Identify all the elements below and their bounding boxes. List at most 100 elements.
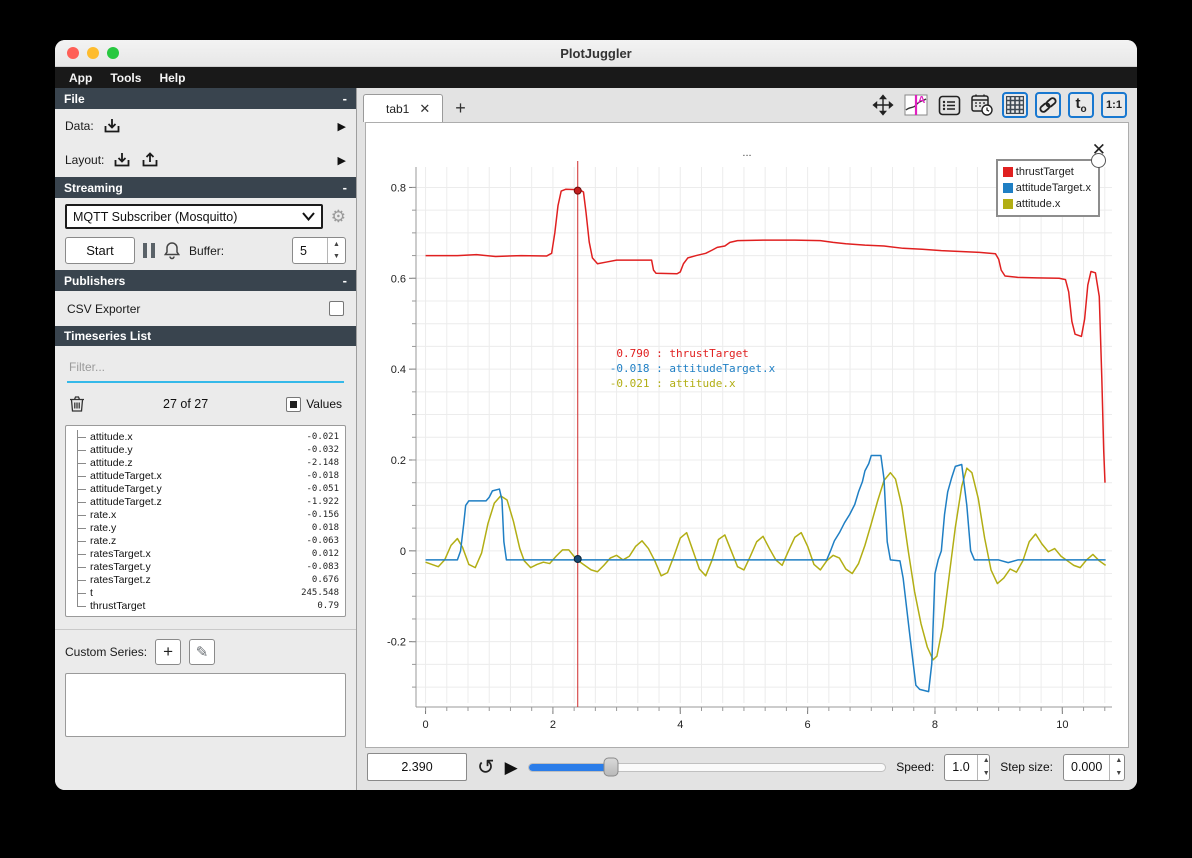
streaming-settings-gear-icon[interactable]: ⚙ <box>331 207 346 227</box>
zoom-fit-axes-icon[interactable]: A <box>903 92 929 118</box>
tree-branch-icon <box>68 482 90 495</box>
filter-input[interactable] <box>69 360 342 374</box>
values-checkbox[interactable] <box>286 396 302 412</box>
spin-down-icon[interactable]: ▼ <box>1110 767 1124 780</box>
legend-color-swatch <box>1002 183 1013 193</box>
timeseries-item[interactable]: thrustTarget 0.79 <box>68 599 339 612</box>
timeseries-item[interactable]: attitudeTarget.y -0.051 <box>68 482 339 495</box>
add-tab-button[interactable]: + <box>443 94 478 122</box>
timeseries-item[interactable]: attitudeTarget.z -1.922 <box>68 495 339 508</box>
buffer-spinbox[interactable]: 5 ▲ ▼ <box>292 237 346 264</box>
menu-tools[interactable]: Tools <box>102 70 149 86</box>
streaming-source-select[interactable]: MQTT Subscriber (Mosquitto) <box>65 204 323 229</box>
notifications-bell-icon[interactable] <box>163 241 181 260</box>
add-custom-series-button[interactable]: + <box>155 639 182 665</box>
link-axes-icon[interactable] <box>1035 92 1061 118</box>
data-row: Data: ▶ <box>55 109 356 143</box>
tooltip-line: -0.018 : attitudeTarget.x <box>609 362 776 376</box>
menu-app[interactable]: App <box>61 70 100 86</box>
tab-close-icon[interactable]: ✕ <box>419 101 430 117</box>
tree-branch-icon <box>68 521 90 534</box>
section-streaming-header[interactable]: Streaming - <box>55 177 356 198</box>
start-button[interactable]: Start <box>65 237 135 264</box>
pause-icon[interactable] <box>143 243 155 258</box>
timeseries-item[interactable]: ratesTarget.y -0.083 <box>68 560 339 573</box>
minimize-window-button[interactable] <box>87 47 99 59</box>
edit-custom-series-button[interactable]: ✎ <box>189 639 216 665</box>
step-size-spinbox[interactable]: 0.000 ▲ ▼ <box>1063 753 1125 781</box>
streaming-source-row: MQTT Subscriber (Mosquitto) ⚙ <box>55 198 356 235</box>
svg-text:4: 4 <box>677 719 683 731</box>
time-slider[interactable] <box>527 757 887 777</box>
spin-down-icon[interactable]: ▼ <box>328 251 345 264</box>
section-timeseries-header[interactable]: Timeseries List <box>55 326 356 346</box>
streaming-controls-row: Start Buffer: 5 ▲ ▼ <box>55 235 356 270</box>
data-expand-arrow-icon[interactable]: ▶ <box>338 120 346 133</box>
layout-expand-arrow-icon[interactable]: ▶ <box>338 154 346 167</box>
save-layout-icon[interactable] <box>140 150 160 170</box>
ratio-1to1-icon[interactable]: 1:1 <box>1101 92 1127 118</box>
tab-tab1[interactable]: tab1 ✕ <box>363 94 444 122</box>
play-button[interactable]: ▶ <box>505 759 518 776</box>
loop-icon[interactable]: ↻ <box>477 756 495 779</box>
datetime-icon[interactable] <box>969 92 995 118</box>
timeseries-item[interactable]: ratesTarget.z 0.676 <box>68 573 339 586</box>
close-window-button[interactable] <box>67 47 79 59</box>
grid-view-icon[interactable] <box>1002 92 1028 118</box>
tab-bar: tab1 ✕ + A to 1:1 <box>357 88 1137 122</box>
load-data-icon[interactable] <box>102 116 122 136</box>
timeseries-item[interactable]: ratesTarget.x 0.012 <box>68 547 339 560</box>
tree-branch-icon <box>68 573 90 586</box>
load-layout-icon[interactable] <box>112 150 132 170</box>
tree-branch-icon <box>68 586 90 599</box>
pan-move-icon[interactable] <box>870 92 896 118</box>
collapse-icon[interactable]: - <box>343 91 347 106</box>
spin-up-icon[interactable]: ▲ <box>978 755 990 768</box>
timeseries-list[interactable]: attitude.x -0.021 attitude.y -0.032 attitude… <box>65 425 346 617</box>
maximize-window-button[interactable] <box>107 47 119 59</box>
timeseries-item[interactable]: attitudeTarget.x -0.018 <box>68 469 339 482</box>
legend-list-icon[interactable] <box>936 92 962 118</box>
time-slider-handle[interactable] <box>603 757 619 777</box>
section-file-header[interactable]: File - <box>55 88 356 109</box>
timeseries-item[interactable]: attitude.x -0.021 <box>68 430 339 443</box>
spin-up-icon[interactable]: ▲ <box>328 238 345 251</box>
timeseries-item[interactable]: rate.x -0.156 <box>68 508 339 521</box>
legend-series-name: attitudeTarget.x <box>1015 182 1091 194</box>
legend-entry[interactable]: thrustTarget <box>1002 164 1091 180</box>
menu-help[interactable]: Help <box>151 70 193 86</box>
timeseries-item[interactable]: t 245.548 <box>68 586 339 599</box>
tooltip-line: 0.790 : thrustTarget <box>609 347 749 361</box>
relative-time-icon[interactable]: to <box>1068 92 1094 118</box>
series-count: 27 of 27 <box>163 397 209 411</box>
plotjuggler-window: PlotJuggler App Tools Help File - Data: … <box>55 40 1137 790</box>
current-time-field[interactable]: 2.390 <box>367 753 467 781</box>
csv-exporter-checkbox[interactable] <box>329 301 344 316</box>
time-slider-fill <box>528 763 611 771</box>
legend-drag-knob[interactable] <box>1091 153 1106 168</box>
timeseries-value: 0.79 <box>317 600 339 611</box>
legend-series-name: attitude.x <box>1015 198 1061 210</box>
speed-spinbox[interactable]: 1.0 ▲ ▼ <box>944 753 991 781</box>
custom-series-row: Custom Series: + ✎ <box>55 629 356 669</box>
section-streaming-title: Streaming <box>64 180 123 195</box>
collapse-icon[interactable]: - <box>343 273 347 288</box>
legend-entry[interactable]: attitudeTarget.x <box>1002 180 1091 196</box>
collapse-icon[interactable]: - <box>343 180 347 195</box>
timeseries-name: attitude.x <box>90 430 133 443</box>
trash-icon[interactable] <box>69 395 85 413</box>
timeseries-item[interactable]: rate.y 0.018 <box>68 521 339 534</box>
legend-entry[interactable]: attitude.x <box>1002 196 1091 212</box>
spin-down-icon[interactable]: ▼ <box>978 767 990 780</box>
timeseries-item[interactable]: attitude.z -2.148 <box>68 456 339 469</box>
layout-label: Layout: <box>65 153 105 167</box>
svg-text:8: 8 <box>932 719 938 731</box>
section-publishers-header[interactable]: Publishers - <box>55 270 356 291</box>
timeseries-item[interactable]: rate.z -0.063 <box>68 534 339 547</box>
custom-series-list[interactable] <box>65 673 346 737</box>
timeseries-item[interactable]: attitude.y -0.032 <box>68 443 339 456</box>
traffic-lights <box>67 47 119 59</box>
plot-area[interactable]: ... ✕ 0 2 4 6 8 10 -0.2 0 0.2 0.4 0.6 0.8 thrustTar… <box>365 122 1129 748</box>
spin-up-icon[interactable]: ▲ <box>1110 755 1124 768</box>
plot-legend[interactable]: thrustTarget attitudeTarget.x attitude.x <box>995 153 1106 217</box>
